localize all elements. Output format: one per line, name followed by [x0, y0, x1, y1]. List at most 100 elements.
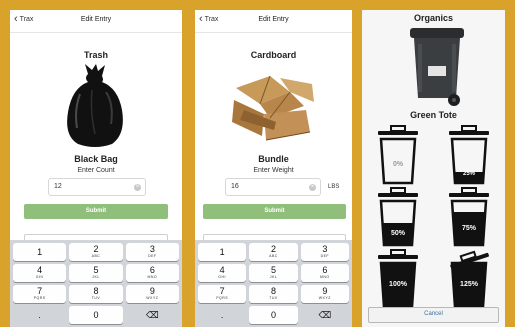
key-9[interactable]: 9 WXYZ: [125, 285, 179, 303]
trash-entry-screen: ‹ Trax Edit Entry Trash Black Bag Enter …: [10, 10, 182, 327]
input-prompt: Enter Count: [77, 167, 115, 174]
backspace-icon: ⌫: [318, 309, 332, 320]
count-value: 12: [54, 183, 62, 190]
clear-icon[interactable]: ×: [309, 184, 316, 191]
key-decimal[interactable]: .: [13, 306, 66, 324]
fill-level-grid: 0% 25% 50% 75% 100% 125%: [372, 125, 495, 315]
backspace-icon: ⌫: [145, 309, 159, 320]
submit-button[interactable]: Submit: [203, 204, 346, 219]
key-letters: WXYZ: [318, 296, 331, 301]
fill-level-label: 0%: [392, 161, 404, 168]
bin-icon: [449, 187, 489, 247]
key-digit: 7: [219, 286, 225, 297]
item-type-label: Black Bag: [74, 154, 118, 164]
key-7[interactable]: 7 PQRS: [198, 285, 247, 303]
key-0[interactable]: 0: [69, 306, 123, 324]
key-digit: 2: [93, 244, 99, 255]
numeric-keypad: 1 2 ABC 3 DEF 4 GHI 5 JKL 6 MNO 7 PQRS 8 TUV 9 WXYZ. 0 ⌫: [10, 240, 182, 327]
key-8[interactable]: 8 TUV: [69, 285, 123, 303]
key-1[interactable]: 1: [13, 243, 67, 261]
key-digit: 6: [322, 265, 328, 276]
key-2[interactable]: 2 ABC: [249, 243, 298, 261]
organics-level-screen: Organics Green Tote 0% 25% 50% 75% 100% 125% …: [362, 10, 505, 327]
nav-bar: ‹ Trax Edit Entry: [10, 10, 182, 32]
backspace-key[interactable]: ⌫: [301, 306, 349, 324]
key-4[interactable]: 4 GHI: [198, 264, 247, 282]
fill-level-option[interactable]: 25%: [443, 125, 495, 185]
divider: [195, 32, 352, 33]
key-0[interactable]: 0: [249, 306, 298, 324]
numeric-keypad: 1 2 ABC 3 DEF 4 GHI 5 JKL 6 MNO 7 PQRS 8 TUV 9 WXYZ. 0 ⌫: [195, 240, 352, 327]
fill-level-label: 125%: [460, 281, 478, 288]
key-letters: JKL: [92, 275, 100, 280]
fill-level-label: 50%: [390, 230, 405, 237]
fill-level-option[interactable]: 100%: [372, 249, 424, 309]
key-3[interactable]: 3 DEF: [300, 243, 349, 261]
fill-level-label: 100%: [389, 281, 407, 288]
key-letters: ABC: [91, 254, 101, 259]
key-digit: 3: [149, 244, 155, 255]
key-5[interactable]: 5 JKL: [249, 264, 298, 282]
page-title: Edit Entry: [80, 16, 112, 23]
key-letters: MNO: [319, 275, 330, 280]
key-5[interactable]: 5 JKL: [69, 264, 123, 282]
item-category-title: Trash: [83, 50, 108, 60]
fill-level-option[interactable]: 50%: [372, 187, 424, 247]
key-digit: 6: [149, 265, 155, 276]
key-digit: 4: [219, 265, 225, 276]
cardboard-bundle-image: [232, 75, 314, 141]
key-3[interactable]: 3 DEF: [125, 243, 179, 261]
fill-level-option[interactable]: 0%: [372, 125, 424, 185]
key-6[interactable]: 6 MNO: [300, 264, 349, 282]
key-letters: GHI: [35, 275, 44, 280]
cardboard-entry-screen: ‹ Trax Edit Entry Cardboard Bundle Enter…: [195, 10, 352, 327]
key-letters: DEF: [320, 254, 330, 259]
item-type-label: Bundle: [258, 154, 289, 164]
count-input[interactable]: 12 ×: [48, 178, 146, 196]
divider: [10, 32, 182, 33]
key-decimal[interactable]: .: [198, 306, 246, 324]
key-digit: 9: [149, 286, 155, 297]
fill-level-label: 75%: [461, 224, 476, 232]
key-digit: 7: [37, 286, 43, 297]
key-2[interactable]: 2 ABC: [69, 243, 123, 261]
key-digit: .: [220, 309, 224, 320]
clear-icon[interactable]: ×: [134, 184, 141, 191]
fill-level-option[interactable]: 125%: [443, 249, 495, 309]
submit-button[interactable]: Submit: [24, 204, 168, 219]
key-digit: 5: [270, 265, 276, 276]
key-1[interactable]: 1: [198, 243, 247, 261]
key-digit: 8: [270, 286, 276, 297]
weight-input[interactable]: 16 ×: [225, 178, 321, 196]
key-letters: PQRS: [33, 296, 46, 301]
cancel-button[interactable]: Cancel: [368, 307, 499, 323]
key-6[interactable]: 6 MNO: [125, 264, 179, 282]
key-digit: 9: [322, 286, 328, 297]
bin-icon: [378, 187, 418, 247]
key-7[interactable]: 7 PQRS: [13, 285, 67, 303]
key-digit: 8: [93, 286, 99, 297]
key-digit: 5: [93, 265, 99, 276]
weight-value: 16: [231, 183, 239, 190]
bin-icon: [378, 125, 418, 185]
key-9[interactable]: 9 WXYZ: [300, 285, 349, 303]
key-digit: 1: [37, 246, 43, 257]
nav-bar: ‹ Trax Edit Entry: [195, 10, 352, 32]
key-letters: JKL: [269, 275, 278, 280]
key-digit: 0: [270, 309, 276, 320]
cart-type-label: Green Tote: [410, 110, 457, 120]
key-digit: 0: [93, 309, 99, 320]
key-digit: 2: [270, 244, 276, 255]
key-8[interactable]: 8 TUV: [249, 285, 298, 303]
backspace-key[interactable]: ⌫: [126, 306, 179, 324]
page-title: Edit Entry: [258, 16, 289, 23]
key-letters: PQRS: [216, 296, 229, 301]
fill-level-label: 25%: [462, 171, 475, 177]
item-category-title: Cardboard: [250, 50, 297, 60]
key-4[interactable]: 4 GHI: [13, 264, 67, 282]
key-digit: 3: [322, 244, 328, 255]
key-letters: WXYZ: [146, 296, 159, 301]
fill-level-option[interactable]: 75%: [443, 187, 495, 247]
key-digit: 4: [37, 265, 43, 276]
key-letters: DEF: [148, 254, 157, 259]
